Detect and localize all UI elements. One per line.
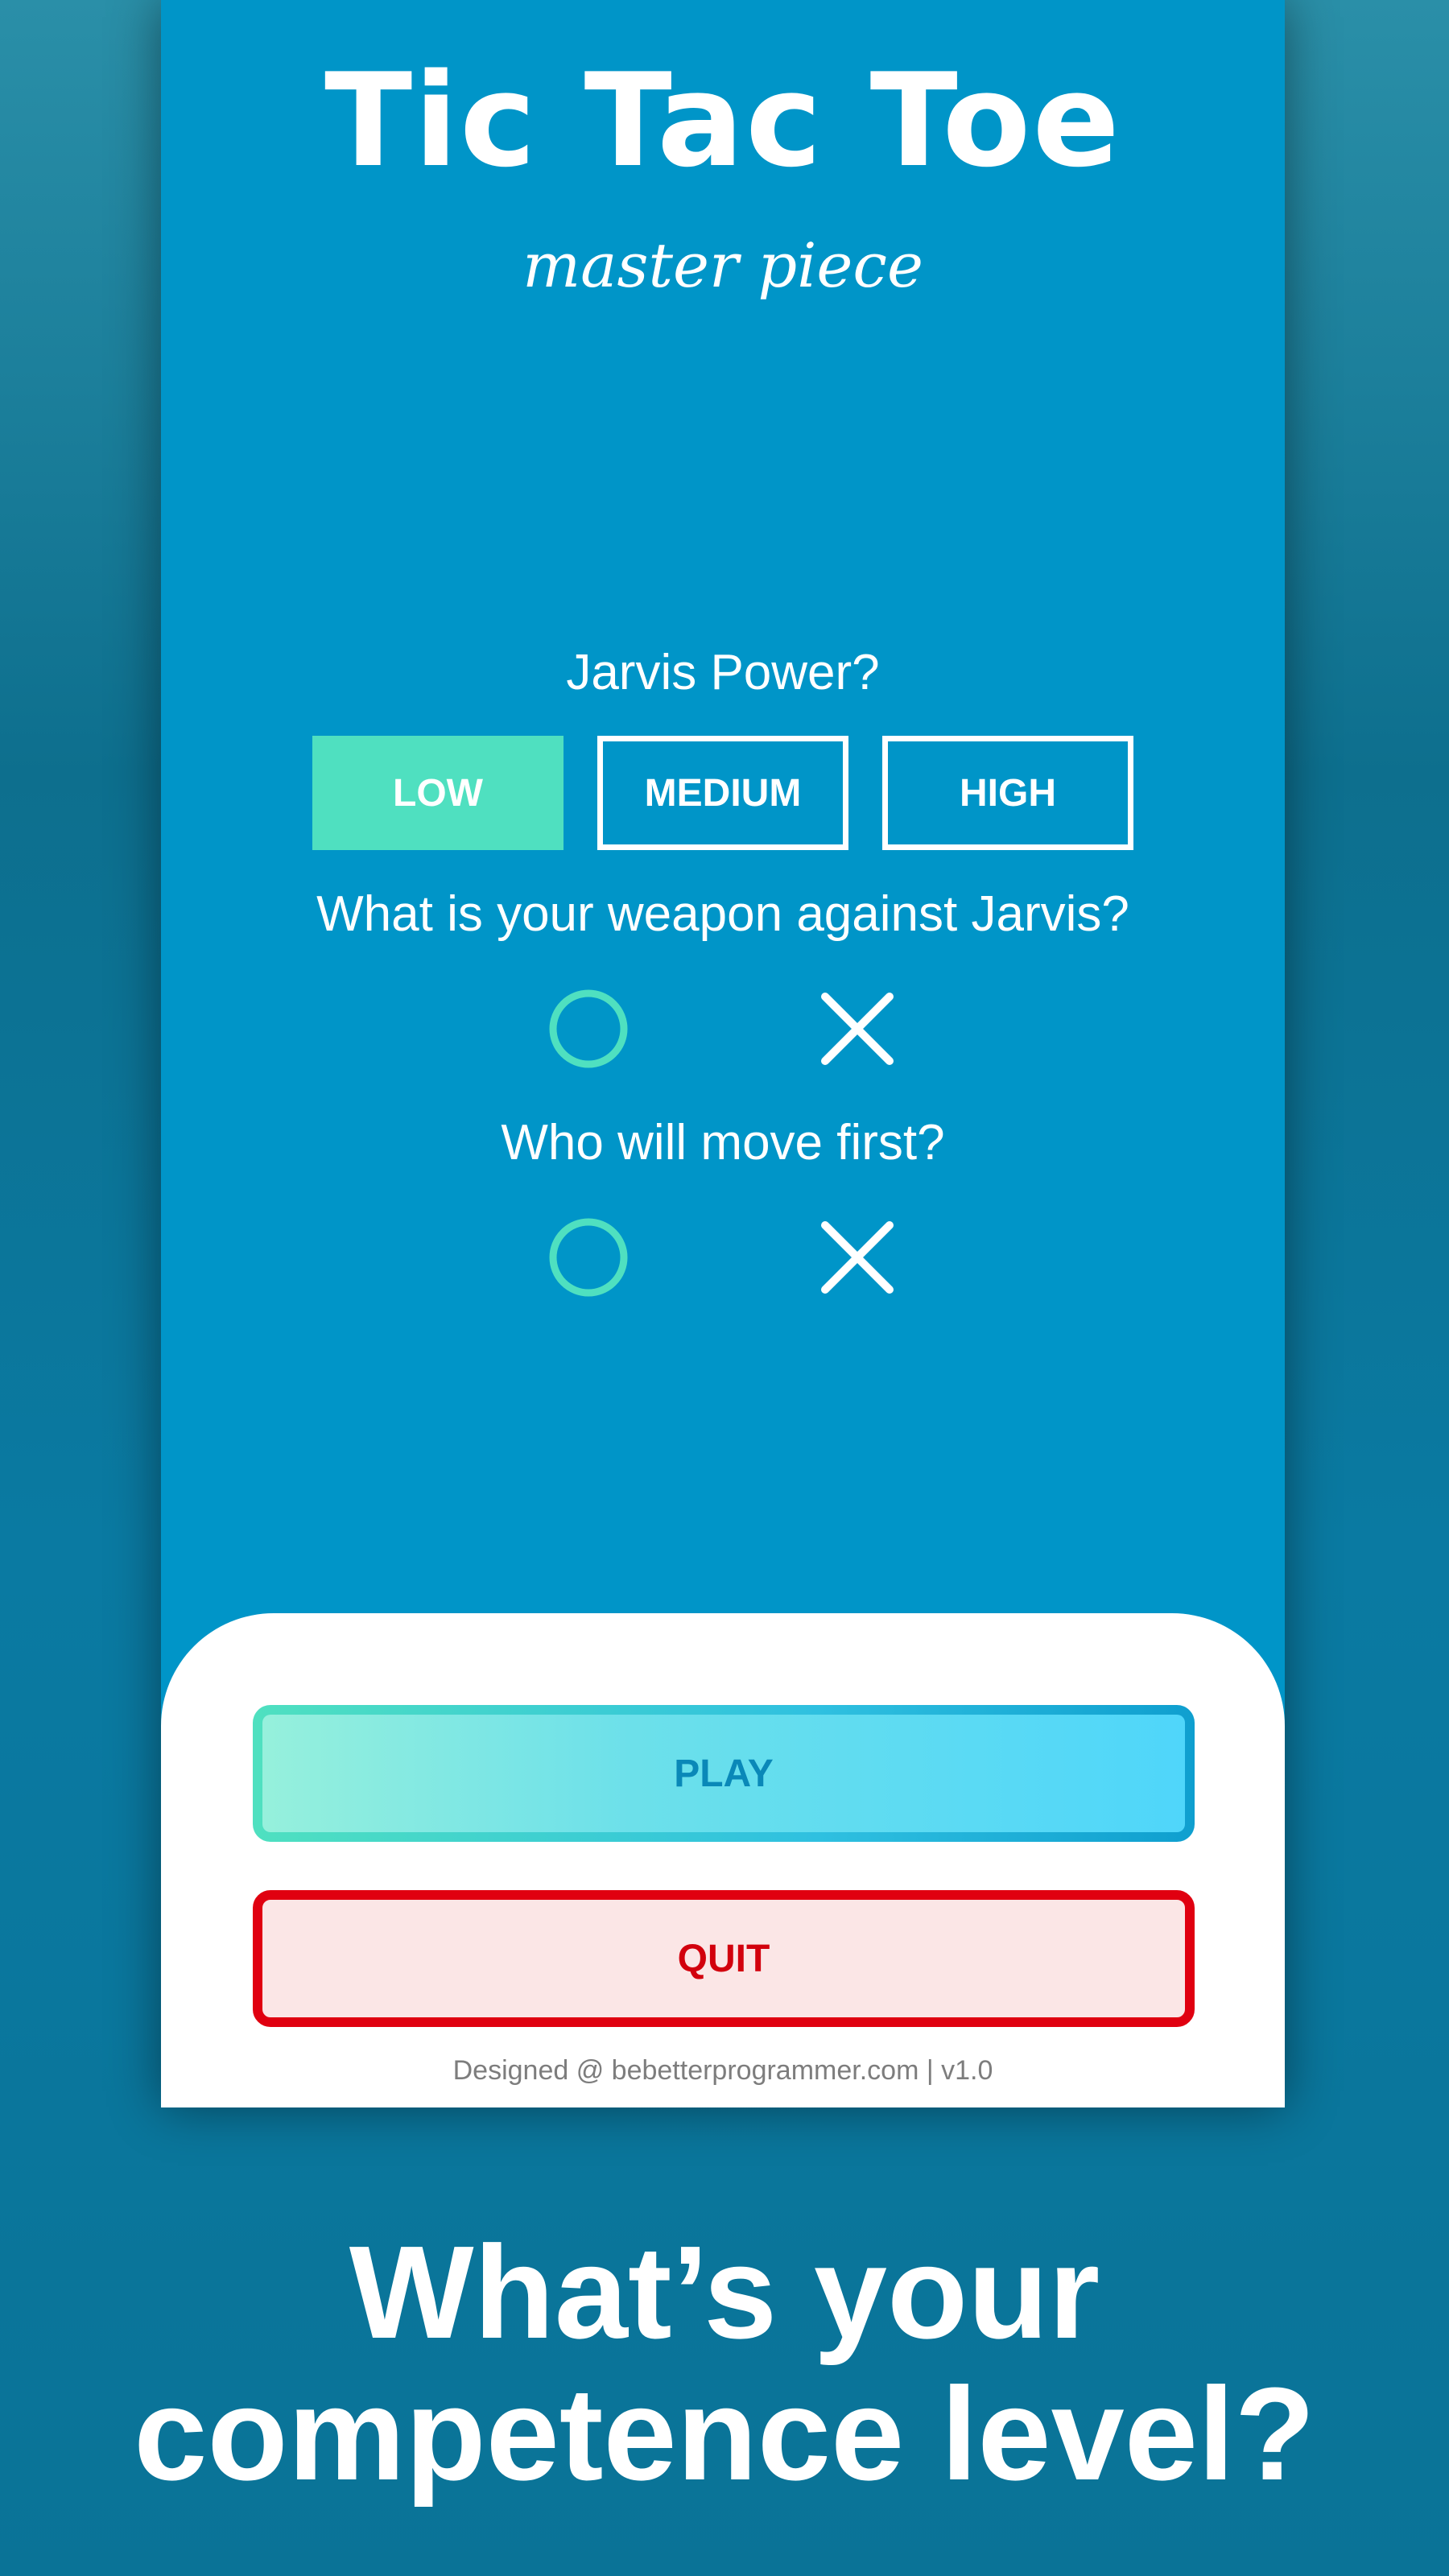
power-low-button[interactable]: LOW	[312, 736, 564, 850]
weapon-question: What is your weapon against Jarvis?	[316, 886, 1129, 942]
first-move-option-o[interactable]	[548, 1217, 629, 1298]
app-screen: Tic Tac Toe master piece Jarvis Power? L…	[161, 0, 1285, 2107]
quit-button[interactable]: QUIT	[253, 1890, 1195, 2027]
first-move-selector	[161, 1217, 1285, 1298]
weapon-option-o[interactable]	[548, 989, 629, 1069]
promo-headline-line2: competence level?	[134, 2360, 1315, 2508]
cross-icon	[821, 993, 894, 1065]
first-move-option-x[interactable]	[817, 1217, 898, 1298]
weapon-selector	[161, 989, 1285, 1069]
circle-icon	[549, 989, 628, 1068]
power-selector: LOW MEDIUM HIGH	[312, 736, 1137, 850]
app-title: Tic Tac Toe	[324, 45, 1121, 196]
weapon-option-x[interactable]	[817, 989, 898, 1069]
power-medium-button[interactable]: MEDIUM	[597, 736, 848, 850]
cross-icon	[821, 1221, 894, 1294]
promo-headline-line1: What’s your	[349, 2219, 1100, 2366]
power-high-button[interactable]: HIGH	[882, 736, 1133, 850]
circle-icon	[549, 1218, 628, 1297]
first-move-question: Who will move first?	[501, 1115, 945, 1170]
app-subtitle: master piece	[522, 229, 923, 301]
footer-credit: Designed @ bebetterprogrammer.com | v1.0	[452, 2055, 993, 2086]
play-button[interactable]: PLAY	[253, 1705, 1195, 1842]
action-panel: PLAY QUIT Designed @ bebetterprogrammer.…	[161, 1613, 1285, 2107]
power-question: Jarvis Power?	[566, 645, 880, 700]
